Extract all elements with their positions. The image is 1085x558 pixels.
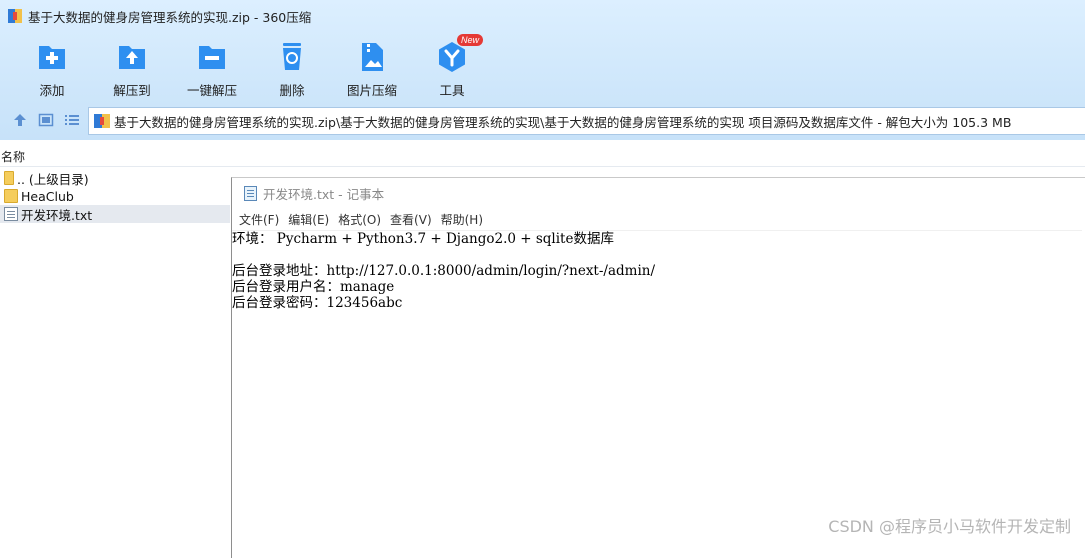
address-path: 基于大数据的健身房管理系统的实现.zip\基于大数据的健身房管理系统的实现\基于… [114, 114, 1012, 130]
menu-format[interactable]: 格式(O) [338, 211, 381, 228]
file-name: .. (上级目录) [17, 171, 89, 187]
add-button[interactable]: 添加 [12, 36, 92, 99]
extract-to-button[interactable]: 解压到 [92, 36, 172, 99]
notepad-title-bar: 开发环境.txt - 记事本 [232, 178, 1085, 208]
menu-help[interactable]: 帮助(H) [441, 211, 483, 228]
zip-window-header: 基于大数据的健身房管理系统的实现.zip - 360压缩 添加 解压到 一键解压 [0, 0, 1085, 140]
folder-icon [4, 171, 14, 185]
file-row-parent[interactable]: .. (上级目录) [0, 169, 230, 187]
text-file-icon [4, 207, 18, 221]
image-compress-label: 图片压缩 [346, 83, 397, 98]
one-click-extract-icon [195, 40, 229, 74]
notepad-text-area[interactable]: 环境： Pycharm + Python3.7 + Django2.0 + sq… [232, 230, 1082, 551]
folder-icon [4, 189, 18, 203]
360-zip-icon [8, 9, 22, 23]
recycle-bin-icon [275, 40, 309, 74]
file-row-txt[interactable]: 开发环境.txt [0, 205, 230, 223]
delete-button[interactable]: 删除 [252, 36, 332, 99]
tools-button[interactable]: New 工具 [412, 34, 492, 99]
image-compress-button[interactable]: 图片压缩 [332, 36, 412, 99]
thumbnail-view-icon[interactable] [38, 112, 54, 128]
csdn-watermark: CSDN @程序员小马软件开发定制 [828, 517, 1071, 536]
list-view-icon[interactable] [64, 112, 80, 128]
notepad-icon [244, 185, 257, 201]
tools-icon: New [435, 34, 484, 74]
file-name: 开发环境.txt [21, 207, 93, 223]
add-label: 添加 [39, 83, 65, 98]
notepad-title: 开发环境.txt - 记事本 [263, 186, 385, 202]
address-row: 基于大数据的健身房管理系统的实现.zip\基于大数据的健身房管理系统的实现\基于… [0, 104, 1085, 138]
zip-archive-icon [94, 114, 110, 128]
column-name-header[interactable]: 名称 [1, 148, 25, 165]
image-compress-icon [355, 40, 389, 74]
new-badge: New [457, 34, 484, 46]
tools-label: 工具 [439, 83, 465, 98]
one-click-extract-label: 一键解压 [186, 83, 237, 98]
notepad-menu-bar: 文件(F) 编辑(E) 格式(O) 查看(V) 帮助(H) [232, 208, 1085, 230]
main-toolbar: 添加 解压到 一键解压 删除 图片压缩 New 工具 [0, 34, 1085, 102]
title-bar: 基于大数据的健身房管理系统的实现.zip - 360压缩 [0, 0, 1085, 32]
delete-label: 删除 [279, 83, 305, 98]
window-title: 基于大数据的健身房管理系统的实现.zip - 360压缩 [28, 9, 312, 25]
add-file-icon [35, 40, 69, 74]
extract-to-label: 解压到 [113, 83, 151, 98]
address-bar[interactable]: 基于大数据的健身房管理系统的实现.zip\基于大数据的健身房管理系统的实现\基于… [88, 107, 1085, 135]
file-row-heaclub[interactable]: HeaClub [0, 187, 230, 205]
file-list-header[interactable]: 名称 [0, 144, 1085, 167]
up-arrow-icon[interactable] [12, 112, 28, 128]
menu-file[interactable]: 文件(F) [239, 211, 279, 228]
notepad-window: 开发环境.txt - 记事本 文件(F) 编辑(E) 格式(O) 查看(V) 帮… [231, 177, 1085, 558]
extract-to-icon [115, 40, 149, 74]
one-click-extract-button[interactable]: 一键解压 [172, 36, 252, 99]
menu-view[interactable]: 查看(V) [390, 211, 432, 228]
menu-edit[interactable]: 编辑(E) [288, 211, 329, 228]
file-name: HeaClub [21, 188, 74, 204]
